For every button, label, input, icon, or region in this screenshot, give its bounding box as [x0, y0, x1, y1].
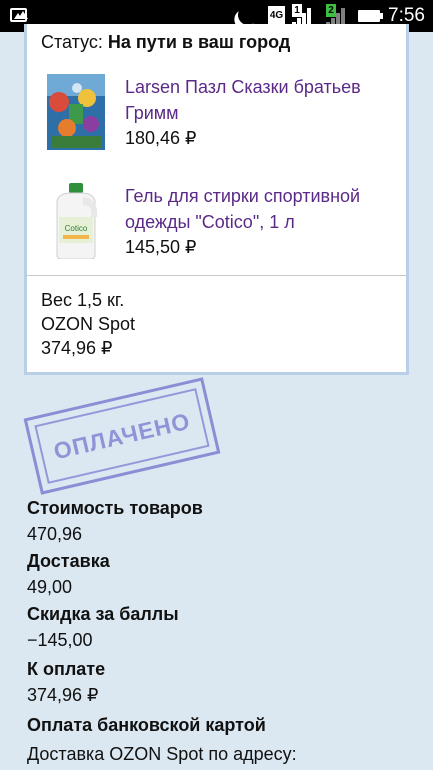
network-type-icon: 4G: [268, 6, 285, 25]
sim2-badge: 2: [326, 4, 336, 17]
battery-icon: [358, 10, 383, 22]
payment-method: Оплата банковской картой: [27, 715, 266, 735]
gel-product-image[interactable]: Cotico: [47, 183, 105, 259]
item-price-gel: 145,50 ₽: [125, 237, 197, 257]
delivery-method: OZON Spot: [41, 314, 136, 334]
sim1-badge: 1: [292, 4, 302, 17]
status-value: На пути в ваш город: [107, 32, 291, 52]
total-value: 374,96 ₽: [27, 685, 99, 705]
svg-text:Cotico: Cotico: [65, 224, 88, 233]
status-label: Статус:: [41, 32, 103, 52]
shipping-label: Доставка: [27, 551, 110, 571]
shipping-value: 49,00: [27, 577, 73, 597]
delivery-total: 374,96 ₽: [41, 338, 113, 358]
discount-value: −145,00: [27, 630, 93, 650]
item-title-puzzle[interactable]: Larsen Пазл Сказки братьев Гримм: [125, 74, 400, 126]
goods-cost-label: Стоимость товаров: [27, 498, 203, 518]
total-label: К оплате: [27, 659, 106, 679]
delivery-address-label: Доставка OZON Spot по адресу:: [27, 744, 297, 764]
order-card: Статус: На пути в ваш город Larsen Пазл …: [24, 24, 409, 375]
goods-cost-value: 470,96: [27, 524, 83, 544]
item-price-puzzle: 180,46 ₽: [125, 128, 197, 148]
paid-stamp: ОПЛАЧЕНО: [23, 377, 221, 495]
divider: [27, 275, 406, 276]
item-title-gel[interactable]: Гель для стирки спортивной одежды "Cotic…: [125, 183, 400, 235]
order-status: Статус: На пути в ваш город: [41, 32, 290, 53]
gallery-notification-icon: [10, 8, 28, 22]
discount-label: Скидка за баллы: [27, 604, 179, 624]
delivery-weight: Вес 1,5 кг.: [41, 290, 125, 310]
paid-stamp-text: ОПЛАЧЕНО: [51, 407, 193, 464]
puzzle-product-image[interactable]: [47, 74, 105, 150]
